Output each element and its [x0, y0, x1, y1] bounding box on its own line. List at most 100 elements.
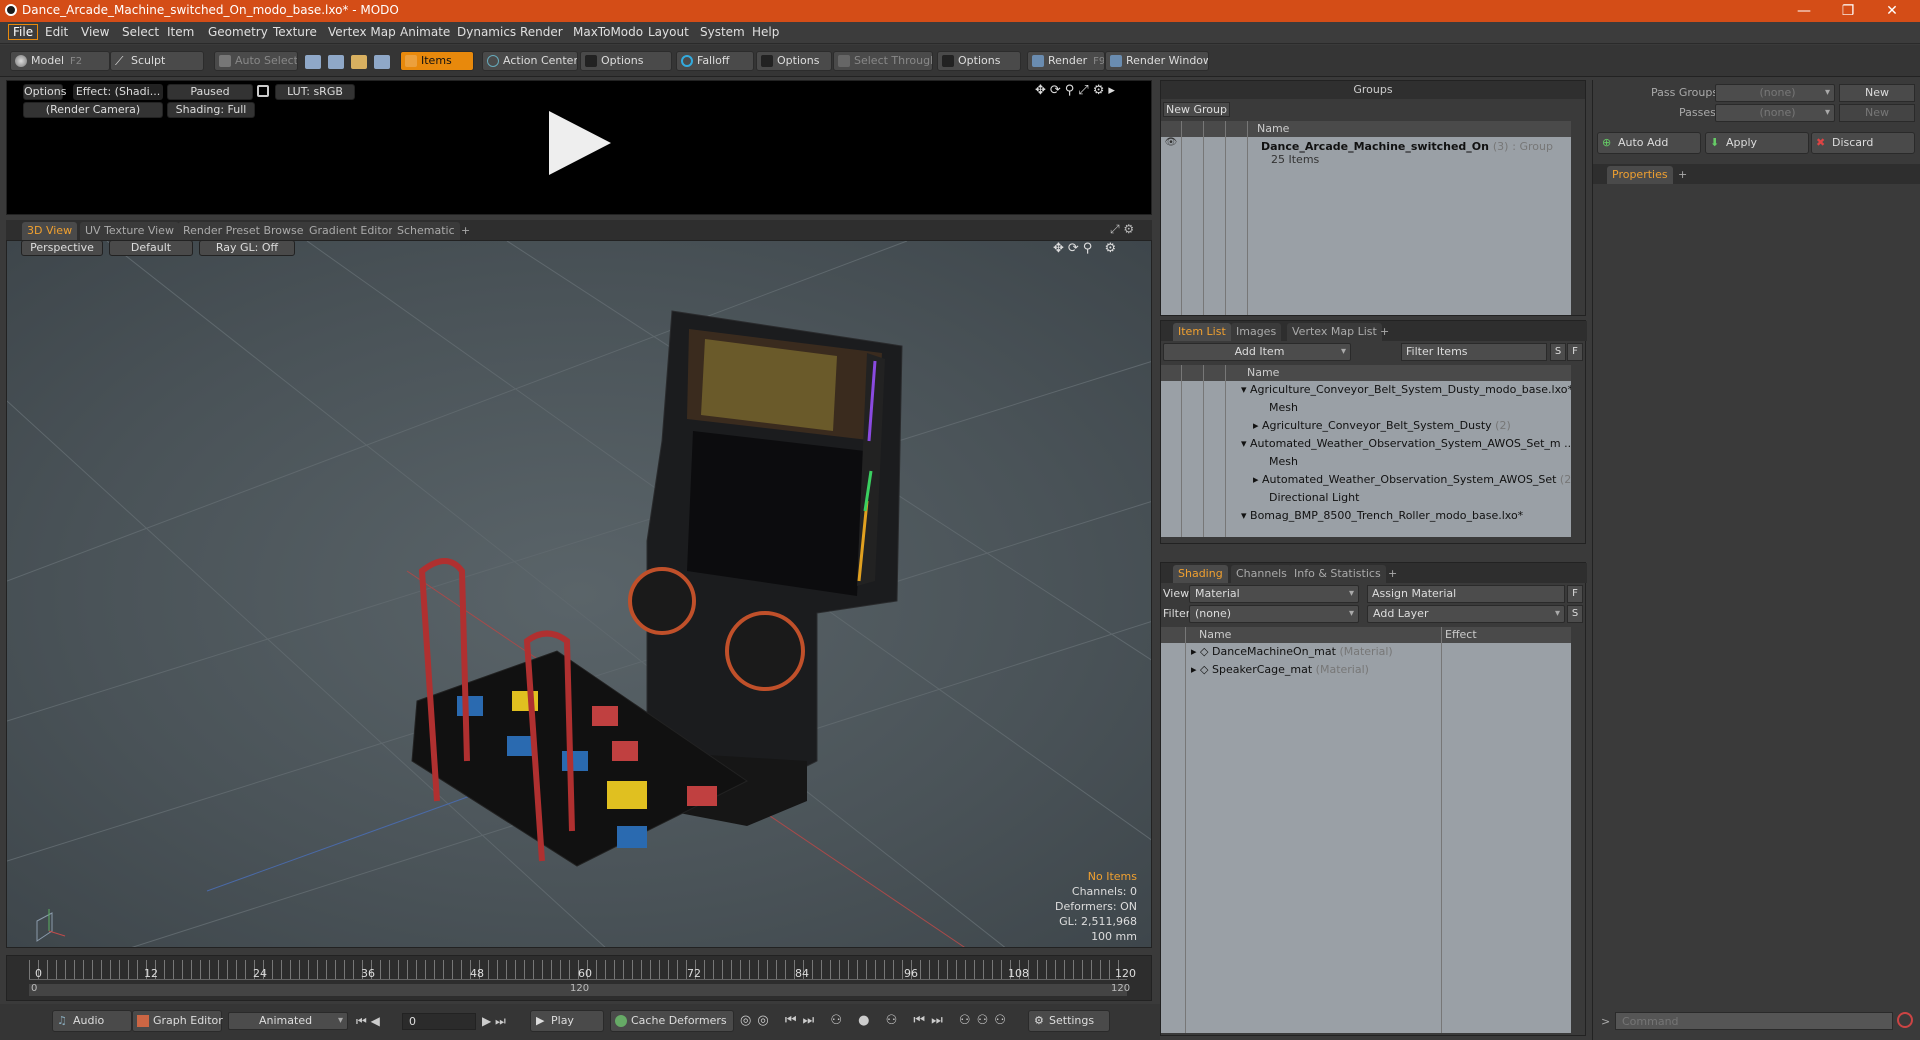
menu-texture[interactable]: Texture	[273, 25, 317, 39]
tab-channels[interactable]: Channels	[1231, 565, 1292, 583]
item-list[interactable]: Name ▾ Agriculture_Conveyor_Belt_System_…	[1161, 365, 1571, 537]
new-pass-button[interactable]: New	[1839, 104, 1915, 122]
perspective-dropdown[interactable]: Perspective	[21, 241, 103, 256]
tab-properties[interactable]: Properties	[1607, 166, 1673, 184]
menu-dynamics[interactable]: Dynamics	[457, 25, 516, 39]
list-item[interactable]: Mesh	[1269, 453, 1298, 471]
effect-dropdown[interactable]: Effect: (Shadi...	[73, 84, 163, 100]
tab-render-preset-browser[interactable]: Render Preset Browser	[178, 222, 314, 240]
menu-animate[interactable]: Animate	[400, 25, 450, 39]
add-tab-button[interactable]: +	[456, 222, 475, 240]
tab-vertex-map-list[interactable]: Vertex Map List	[1287, 323, 1382, 341]
discard-button[interactable]: ✖ Discard	[1811, 132, 1915, 154]
polygons-mode-icon[interactable]	[351, 55, 367, 69]
shading-f-button[interactable]: F	[1567, 585, 1583, 603]
menu-vertex-map[interactable]: Vertex Map	[328, 25, 396, 39]
paused-button[interactable]: Paused	[167, 84, 253, 100]
new-pass-group-button[interactable]: New	[1839, 84, 1915, 102]
add-shading-tab[interactable]: +	[1383, 565, 1402, 583]
menu-item[interactable]: Item	[167, 25, 194, 39]
list-item[interactable]: Mesh	[1269, 399, 1298, 417]
falloff-options-button[interactable]: Options	[756, 51, 832, 71]
filter-dropdown[interactable]: (none)	[1189, 605, 1359, 623]
groups-list[interactable]: Name Dance_Arcade_Machine_switched_On (3…	[1161, 121, 1571, 315]
add-layer-dropdown[interactable]: Add Layer	[1367, 605, 1565, 623]
panel-expand-icon[interactable]: ⤢ ⚙	[1110, 222, 1134, 237]
view-dropdown[interactable]: Material	[1189, 585, 1359, 603]
select-through-button[interactable]: Select Through	[833, 51, 933, 71]
minimize-button[interactable]: —	[1782, 1, 1826, 21]
menu-layout[interactable]: Layout	[648, 25, 689, 39]
auto-select-button[interactable]: Auto Select	[214, 51, 298, 71]
vertices-mode-icon[interactable]	[305, 55, 321, 69]
tab-images[interactable]: Images	[1231, 323, 1282, 341]
default-dropdown[interactable]: Default	[109, 241, 193, 256]
material-row[interactable]: ▸ ◇ DanceMachineOn_mat (Material)	[1191, 643, 1393, 661]
skip-forward-icons[interactable]: ▶ ⏭	[482, 1014, 506, 1029]
list-item[interactable]: ▾ Agriculture_Conveyor_Belt_System_Dusty…	[1241, 381, 1571, 399]
add-item-list-tab[interactable]: +	[1375, 323, 1394, 341]
auto-add-button[interactable]: ⊕ Auto Add	[1597, 132, 1701, 154]
menu-edit[interactable]: Edit	[45, 25, 68, 39]
skip-back-icons[interactable]: ⏮ ◀	[356, 1014, 380, 1029]
animated-dropdown[interactable]: Animated	[228, 1012, 348, 1030]
materials-mode-icon[interactable]	[374, 55, 390, 69]
select-options-button[interactable]: Options	[937, 51, 1021, 71]
lut-dropdown[interactable]: LUT: sRGB	[275, 84, 355, 100]
add-properties-tab[interactable]: +	[1673, 166, 1692, 184]
command-input[interactable]	[1615, 1012, 1893, 1030]
maximize-button[interactable]: ❐	[1826, 1, 1870, 21]
apply-button[interactable]: ⬇ Apply	[1705, 132, 1809, 154]
command-record-icon[interactable]	[1897, 1012, 1913, 1028]
action-center-options-button[interactable]: Options	[580, 51, 672, 71]
assign-material-button[interactable]: Assign Material	[1367, 585, 1565, 603]
play-icon[interactable]	[549, 111, 611, 175]
menu-select[interactable]: Select	[122, 25, 159, 39]
tab-gradient-editor[interactable]: Gradient Editor	[304, 222, 398, 240]
tab-schematic[interactable]: Schematic	[392, 222, 460, 240]
list-item[interactable]: ▸ Automated_Weather_Observation_System_A…	[1253, 471, 1571, 489]
tab-shading[interactable]: Shading	[1173, 565, 1228, 583]
items-mode-button[interactable]: Items	[400, 51, 474, 71]
list-item[interactable]: Directional Light	[1269, 489, 1359, 507]
shader-tree[interactable]: Name Effect ▸ ◇ DanceMachineOn_mat (Mate…	[1161, 627, 1571, 1033]
viewport-view-icons[interactable]: ✥⟳⚲ ⚙	[1053, 241, 1120, 256]
item-list-f-button[interactable]: F	[1567, 343, 1583, 361]
tab-3d-view[interactable]: 3D View	[22, 222, 78, 240]
settings-button[interactable]: ⚙ Settings	[1028, 1010, 1110, 1032]
menu-maxtomodo[interactable]: MaxToModo	[573, 25, 643, 39]
frame-input[interactable]: 0	[402, 1013, 476, 1030]
timeline[interactable]: 0 12 24 36 48 60 72 84 96 108 120 0 120 …	[6, 955, 1152, 1001]
tab-info-statistics[interactable]: Info & Statistics	[1289, 565, 1386, 583]
tab-uv-texture-view[interactable]: UV Texture View	[80, 222, 179, 240]
play-button[interactable]: ▶ Play	[530, 1010, 604, 1032]
pass-groups-dropdown[interactable]: (none)	[1715, 84, 1835, 102]
sculpt-mode-button[interactable]: ⟋ Sculpt	[110, 51, 204, 71]
model-mode-button[interactable]: Model F2	[10, 51, 110, 71]
edges-mode-icon[interactable]	[328, 55, 344, 69]
list-item[interactable]: ▾ Automated_Weather_Observation_System_A…	[1241, 435, 1571, 453]
material-row[interactable]: ▸ ◇ SpeakerCage_mat (Material)	[1191, 661, 1369, 679]
render-window-button[interactable]: Render Window	[1105, 51, 1209, 71]
passes-dropdown[interactable]: (none)	[1715, 104, 1835, 122]
graph-editor-button[interactable]: Graph Editor	[132, 1010, 223, 1032]
list-item[interactable]: ▸ Agriculture_Conveyor_Belt_System_Dusty…	[1253, 417, 1511, 435]
menu-geometry[interactable]: Geometry	[208, 25, 268, 39]
menu-render[interactable]: Render	[520, 25, 563, 39]
render-options-button[interactable]: Options	[23, 84, 66, 100]
shading-s-button[interactable]: S	[1567, 605, 1583, 623]
shading-dropdown[interactable]: Shading: Full	[167, 102, 255, 118]
render-camera-dropdown[interactable]: (Render Camera)	[23, 102, 163, 118]
lock-icon[interactable]	[257, 85, 269, 97]
menu-file[interactable]: File	[8, 24, 39, 40]
list-item[interactable]: ▾ Bomag_BMP_8500_Trench_Roller_modo_base…	[1241, 507, 1523, 525]
visibility-eye-icon[interactable]: 👁	[1164, 137, 1178, 155]
new-group-button[interactable]: New Group	[1163, 102, 1230, 117]
filter-items-input[interactable]: Filter Items	[1401, 343, 1547, 361]
cache-deformers-button[interactable]: Cache Deformers	[610, 1010, 734, 1032]
tab-item-list[interactable]: Item List	[1173, 323, 1231, 341]
render-button[interactable]: Render F9	[1027, 51, 1105, 71]
audio-button[interactable]: ♫ Audio	[52, 1010, 132, 1032]
item-list-s-button[interactable]: S	[1550, 343, 1566, 361]
add-item-dropdown[interactable]: Add Item	[1163, 343, 1351, 361]
